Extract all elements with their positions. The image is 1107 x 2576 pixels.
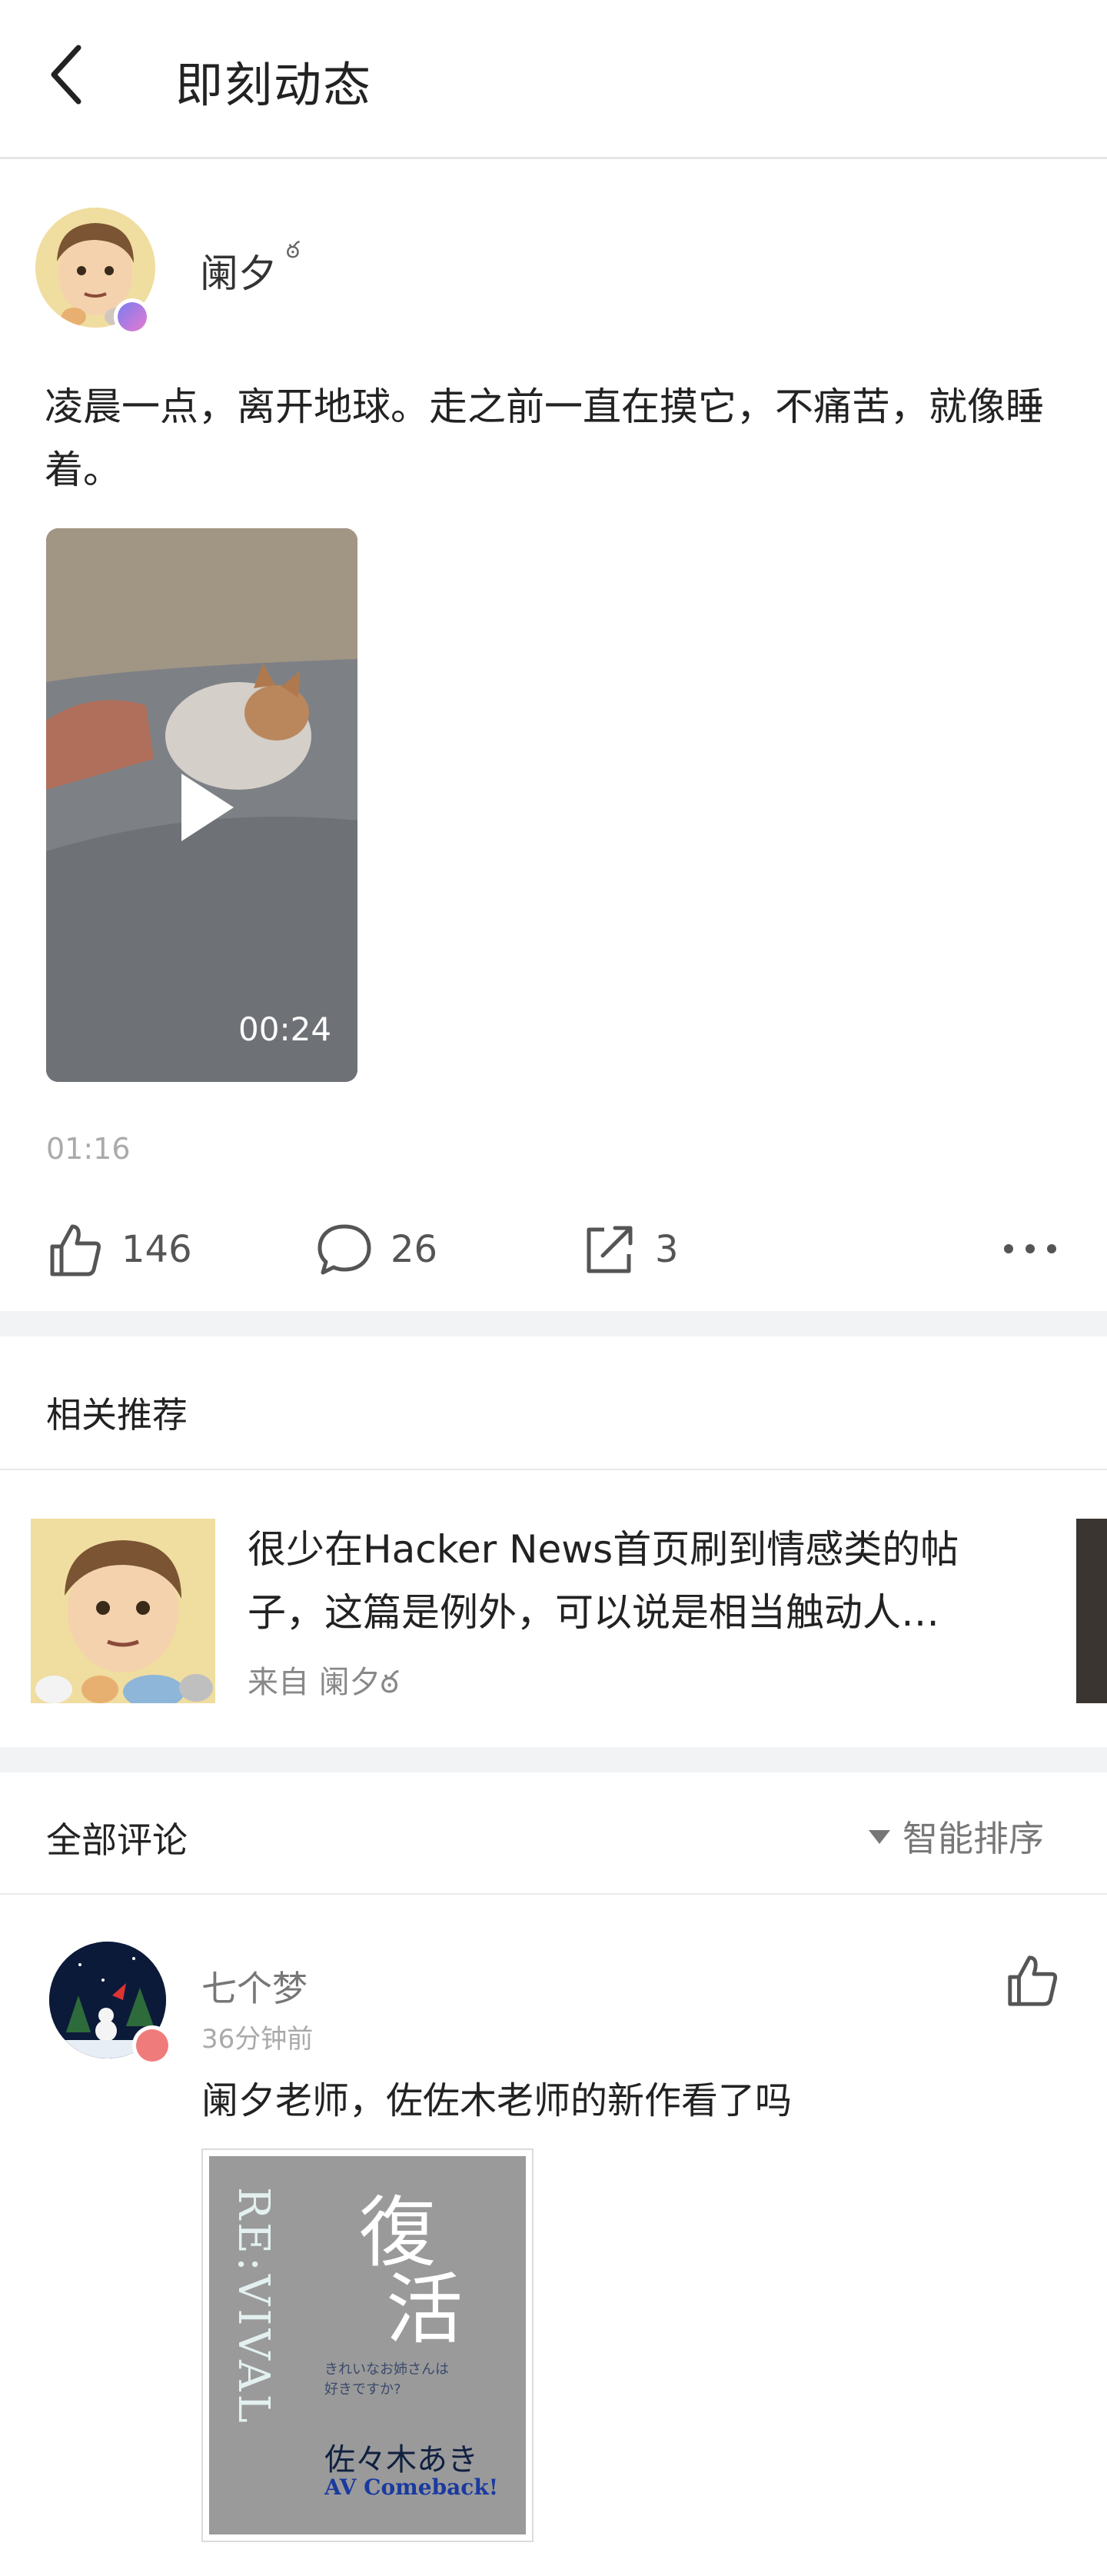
top-bar: 即刻动态 [0, 0, 1107, 159]
cartoon-face-icon [31, 1519, 215, 1703]
poster-jp-text: きれいなお姉さんは好きですか? [324, 2361, 449, 2398]
share-button[interactable]: 3 [580, 1215, 679, 1284]
comment-button[interactable]: 26 [315, 1215, 437, 1284]
play-icon[interactable] [177, 769, 238, 846]
post-text: 凌晨一点，离开地球。走之前一直在摸它，不痛苦，就像睡着。 [45, 384, 1044, 492]
related-title: 相关推荐 [46, 1394, 188, 1436]
author-name-mark: ఠ [286, 237, 300, 264]
page-title: 即刻动态 [175, 57, 373, 113]
comment-time: 36分钟前 [201, 2024, 314, 2055]
more-dots-icon[interactable] [999, 1233, 1061, 1264]
heart-badge-icon [132, 2025, 172, 2065]
poster-title-1: 復 [359, 2188, 436, 2278]
chevron-left-icon[interactable] [45, 40, 91, 109]
like-button[interactable]: 146 [46, 1215, 192, 1284]
thumbs-up-icon[interactable] [1004, 1952, 1061, 2009]
related-item-source: 来自 阑夕ఠ [248, 1665, 399, 1700]
poster-title-2: 活 [386, 2265, 463, 2355]
related-item-text[interactable]: 很少在Hacker News首页刷到情感类的帖子，这篇是例外，可以说是相当触动人… [248, 1518, 1032, 1644]
triangle-down-icon [869, 1830, 890, 1844]
video-duration: 00:24 [238, 1010, 332, 1048]
comment-text: 阑夕老师，佐佐木老师的新作看了吗 [201, 2079, 793, 2122]
commenter-name[interactable]: 七个梦 [201, 1961, 308, 2012]
comment-count: 26 [391, 1228, 438, 1271]
thumbs-up-icon [50, 1224, 101, 1276]
author-name[interactable]: 阑夕 [200, 243, 277, 298]
section-gap [0, 1311, 1107, 1336]
share-icon [587, 1226, 633, 1273]
poster-tag: AV Comeback! [324, 2474, 499, 2500]
divider [0, 1469, 1107, 1470]
related-next-card[interactable] [1076, 1519, 1107, 1703]
share-count: 3 [655, 1228, 679, 1271]
speech-bubble-icon [317, 1224, 371, 1275]
section-gap [0, 1747, 1107, 1772]
divider [0, 1893, 1107, 1895]
post-time: 01:16 [46, 1132, 131, 1166]
poster-image: 復 活 RE:VIVAL きれいなお姉さんは好きですか? 佐々木あき AV Co… [209, 2156, 526, 2534]
verified-badge-icon [114, 298, 151, 335]
author-avatar[interactable] [35, 208, 158, 335]
like-count: 146 [121, 1228, 192, 1271]
comments-title: 全部评论 [46, 1819, 188, 1861]
related-thumbnail[interactable] [31, 1519, 215, 1703]
poster-name: 佐々木あき [324, 2442, 478, 2478]
poster-vertical-title: RE:VIVAL [232, 2187, 278, 2426]
sort-label: 智能排序 [903, 1818, 1044, 1859]
sort-button[interactable]: 智能排序 [867, 1811, 1044, 1862]
comment-image[interactable]: 復 活 RE:VIVAL きれいなお姉さんは好きですか? 佐々木あき AV Co… [201, 2148, 534, 2542]
